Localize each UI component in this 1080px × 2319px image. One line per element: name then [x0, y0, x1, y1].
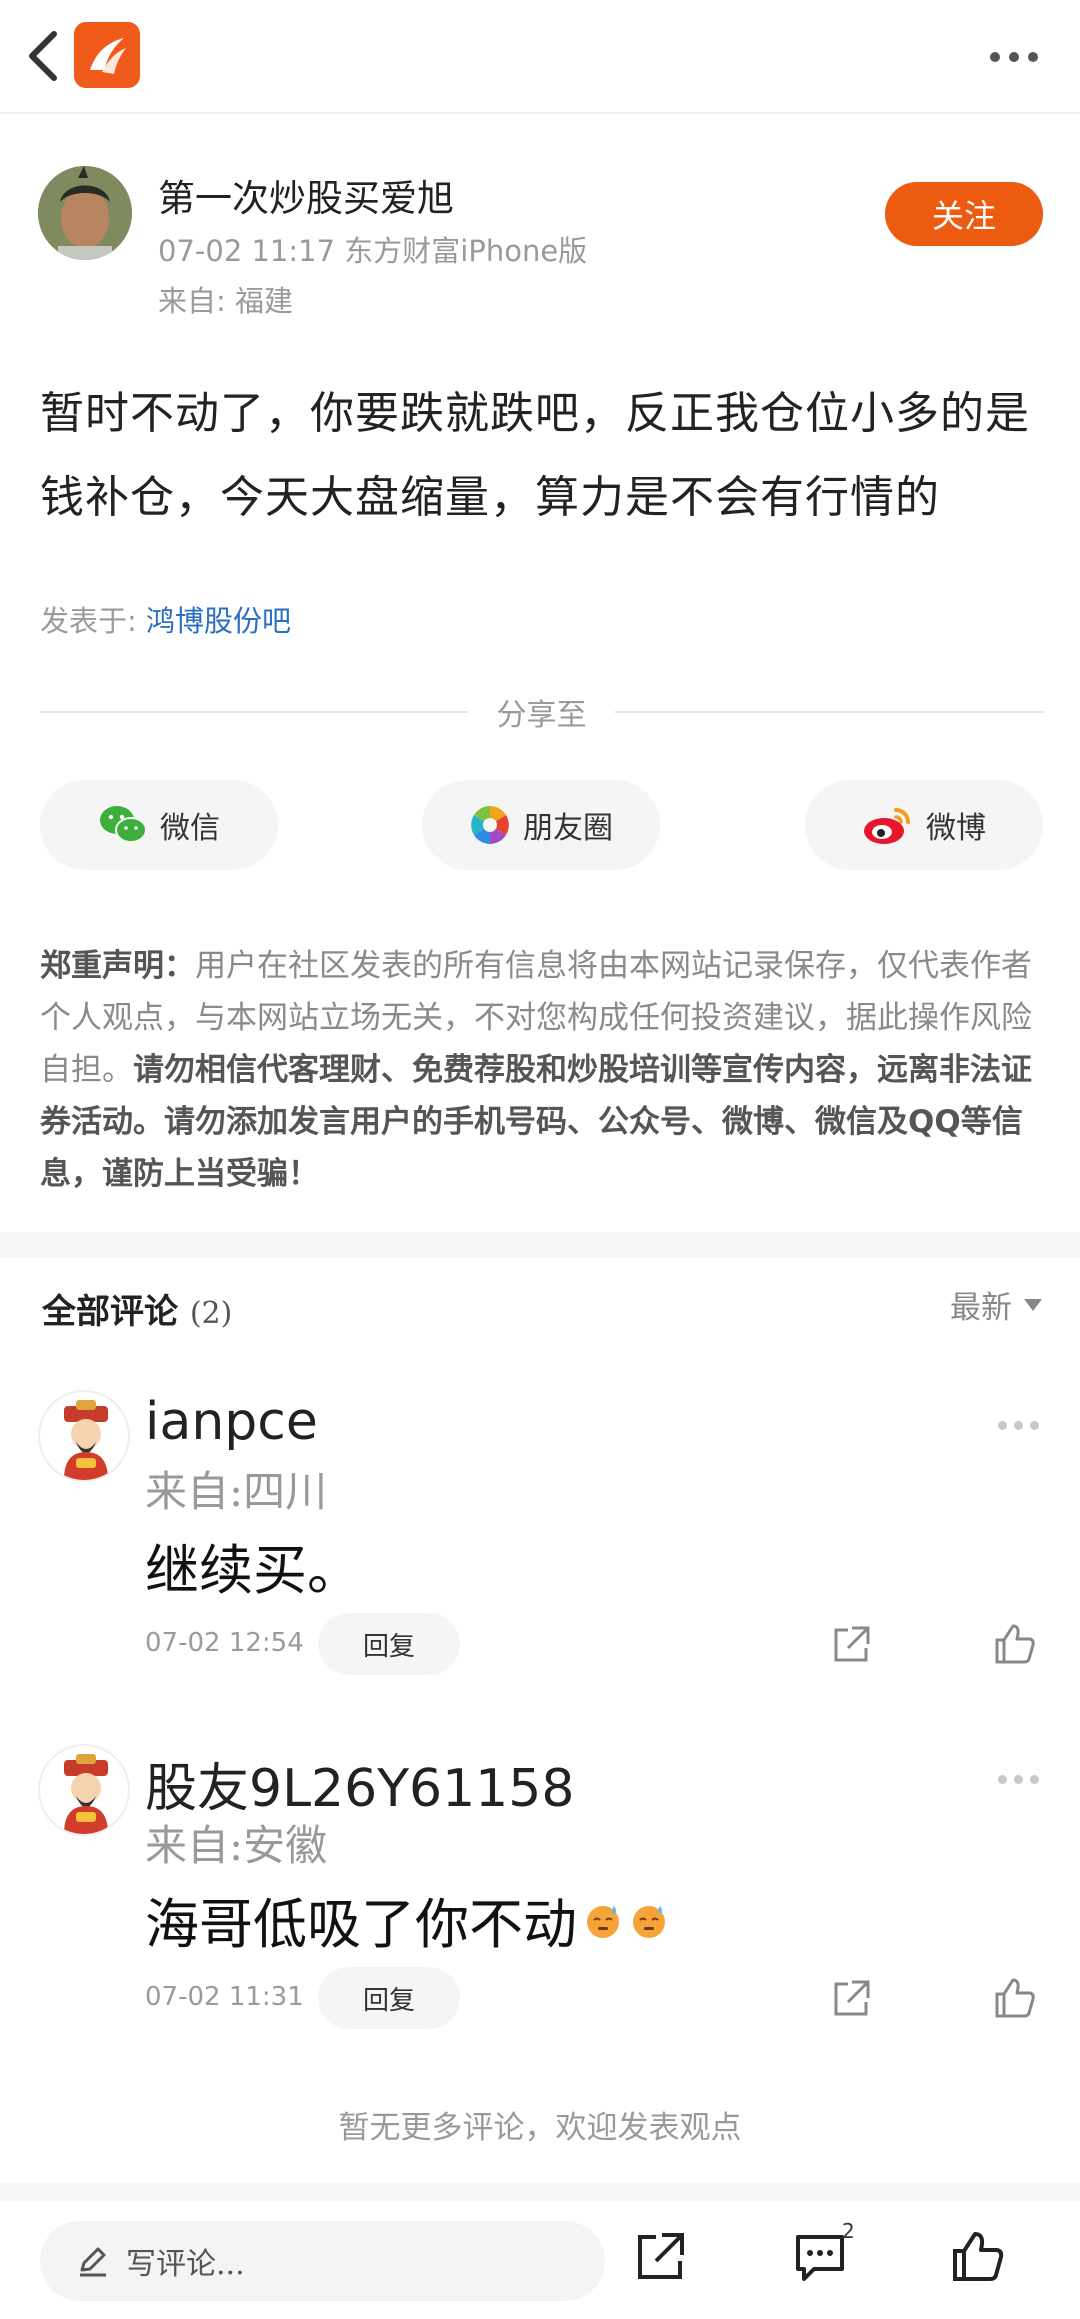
comments-count: (2)	[189, 1296, 233, 1331]
sweat-emoji-icon	[587, 1905, 619, 1938]
share-divider: 分享至	[40, 690, 1043, 733]
dot	[1028, 52, 1038, 62]
comment-text: 海哥低吸了你不动	[145, 1880, 669, 1959]
share-wechat-button[interactable]: 微信	[40, 780, 278, 870]
like-icon[interactable]	[993, 1976, 1037, 2020]
like-icon[interactable]	[993, 1622, 1037, 1666]
bottom-separator	[0, 2183, 1080, 2201]
sweat-emoji-icon	[633, 1905, 665, 1938]
share-icon[interactable]	[830, 1978, 872, 2020]
fortune-god-avatar-icon	[64, 1400, 108, 1480]
author-avatar[interactable]	[38, 166, 132, 260]
comment-user[interactable]: 股友9L26Y61158	[145, 1746, 574, 1821]
reply-button[interactable]: 回复	[318, 1613, 460, 1675]
comments-title: 全部评论 (2)	[42, 1284, 232, 1333]
bottom-bar: 写评论... 2	[0, 2201, 1080, 2319]
sort-dropdown[interactable]: 最新	[950, 1282, 1042, 1327]
forum-link[interactable]: 鸿博股份吧	[146, 604, 291, 638]
comment-location: 来自:四川	[145, 1467, 328, 1516]
write-comment-input[interactable]: 写评论...	[40, 2221, 605, 2301]
back-button[interactable]	[20, 28, 70, 84]
comment-time: 07-02 11:31	[145, 1982, 304, 2012]
dot	[1014, 1420, 1023, 1430]
comment-avatar[interactable]	[38, 1390, 130, 1482]
no-more-comments: 暂无更多评论，欢迎发表观点	[338, 2110, 742, 2146]
post-body: 暂时不动了，你要跌就跌吧，反正我仓位小多的是钱补仓，今天大盘缩量，算力是不会有行…	[40, 388, 1030, 523]
comment-text-content: 海哥低吸了你不动	[145, 1893, 577, 1956]
comment-text: 继续买。	[145, 1526, 361, 1605]
wechat-icon	[100, 806, 147, 843]
moments-icon	[471, 806, 509, 844]
share-label: 分享至	[496, 698, 587, 733]
published-prefix: 发表于:	[40, 604, 146, 638]
post-meta: 07-02 11:17 东方财富iPhone版	[158, 234, 588, 268]
eastmoney-logo-icon[interactable]	[74, 22, 140, 88]
sort-label: 最新	[950, 1290, 1012, 1326]
comment-text-content: 继续买。	[145, 1539, 361, 1602]
share-weibo-button[interactable]: 微博	[805, 780, 1043, 870]
chevron-left-icon	[29, 31, 57, 81]
share-icon[interactable]	[830, 1624, 872, 1666]
comment-more-button[interactable]	[998, 1772, 1042, 1786]
share-icon[interactable]	[632, 2229, 688, 2285]
fortune-god-avatar-icon	[64, 1754, 108, 1834]
like-icon[interactable]	[950, 2229, 1006, 2285]
top-bar	[0, 0, 1080, 114]
comment-more-button[interactable]	[998, 1418, 1042, 1432]
comment-icon[interactable]	[792, 2229, 848, 2285]
published-in: 发表于: 鸿博股份吧	[40, 598, 291, 640]
disclaimer: 郑重声明：用户在社区发表的所有信息将由本网站记录保存，仅代表作者个人观点，与本网…	[40, 940, 1045, 1200]
author-name[interactable]: 第一次炒股买爱旭	[158, 168, 454, 222]
edit-icon	[80, 2247, 106, 2277]
dot	[1030, 1774, 1039, 1784]
section-separator	[0, 1232, 1080, 1258]
comment-location: 来自:安徽	[145, 1821, 328, 1870]
reply-button[interactable]: 回复	[318, 1967, 460, 2029]
dot	[998, 1420, 1007, 1430]
write-comment-placeholder: 写评论...	[126, 2247, 245, 2282]
comment-time: 07-02 12:54	[145, 1628, 304, 1658]
disclaimer-bold: 请勿相信代客理财、免费荐股和炒股培训等宣传内容，远离非法证券活动。请勿添加发言用…	[40, 1052, 1032, 1192]
share-wechat-label: 微信	[160, 811, 220, 846]
share-weibo-label: 微博	[926, 811, 986, 846]
post-location: 来自: 福建	[158, 284, 293, 318]
disclaimer-title: 郑重声明：	[40, 948, 195, 984]
more-options-button[interactable]	[990, 42, 1050, 72]
dot	[1009, 52, 1019, 62]
dot	[1030, 1420, 1039, 1430]
dot	[998, 1774, 1007, 1784]
caret-down-icon	[1024, 1298, 1042, 1311]
share-moments-label: 朋友圈	[523, 811, 613, 846]
comment-user[interactable]: ianpce	[145, 1392, 318, 1452]
comment-avatar[interactable]	[38, 1744, 130, 1836]
share-moments-button[interactable]: 朋友圈	[422, 780, 660, 870]
dot	[1014, 1774, 1023, 1784]
weibo-icon	[864, 808, 910, 844]
follow-button[interactable]: 关注	[885, 182, 1043, 246]
dot	[990, 52, 1000, 62]
comment-count-badge: 2	[842, 2219, 855, 2243]
comments-title-text: 全部评论	[42, 1292, 178, 1332]
